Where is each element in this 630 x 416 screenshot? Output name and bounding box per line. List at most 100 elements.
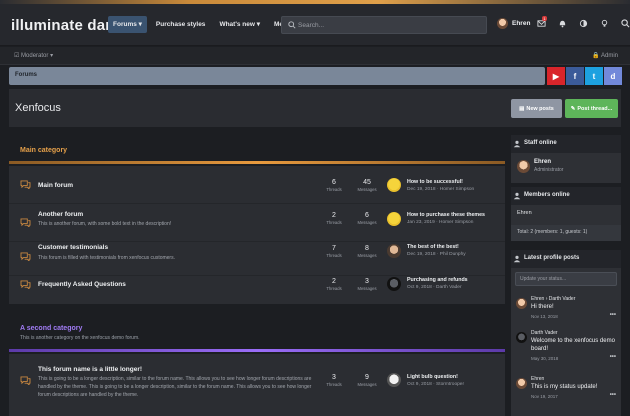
- forum-title[interactable]: Frequently Asked Questions: [38, 281, 126, 288]
- message-count: 45 Messages: [352, 179, 382, 192]
- forum-description: This is going to be a longer description…: [38, 376, 312, 398]
- category-header-main: Main category: [9, 141, 505, 161]
- category-title[interactable]: Main category: [20, 147, 67, 154]
- thread-count-label: Threads: [326, 253, 342, 258]
- avatar[interactable]: [516, 298, 527, 309]
- category-header-second: A second category This is another catego…: [9, 320, 505, 346]
- post-date: Nov 19, 2017: [531, 394, 558, 399]
- discord-button[interactable]: d: [604, 67, 622, 85]
- avatar[interactable]: [387, 178, 401, 192]
- inbox-icon[interactable]: 1: [537, 16, 547, 28]
- new-posts-button[interactable]: ▤ New posts: [511, 99, 562, 118]
- message-count: 3 Messages: [352, 278, 382, 291]
- message-count-label: Messages: [357, 253, 377, 258]
- message-count-value: 6: [365, 212, 369, 219]
- moderator-label: Moderator: [21, 53, 49, 59]
- latest-thread-meta: Dec 19, 2018 · Phil Dunphy: [407, 252, 466, 257]
- moderator-menu[interactable]: ☑ Moderator ▾: [14, 52, 53, 59]
- avatar[interactable]: [516, 332, 527, 343]
- nav-forums[interactable]: Forums ▾: [108, 16, 147, 33]
- search-icon: [288, 21, 296, 29]
- avatar[interactable]: [387, 373, 401, 387]
- post-thread-button[interactable]: ✎ Post thread...: [565, 99, 618, 118]
- forum-description: This is another forum, with some bold te…: [38, 221, 172, 227]
- category-title[interactable]: A second category: [20, 325, 82, 332]
- latest-thread-title[interactable]: How to purchase these themes: [407, 212, 485, 218]
- avatar[interactable]: [517, 160, 530, 173]
- thread-count-value: 3: [332, 374, 336, 381]
- chat-bubbles-icon: [20, 218, 31, 227]
- latest-thread-meta: Jan 23, 2019 · Homer Simpson: [407, 220, 474, 225]
- staff-name[interactable]: Ehren: [534, 159, 551, 165]
- block-header: Members online: [511, 187, 621, 205]
- latest-thread-title[interactable]: How to be successful!: [407, 179, 463, 185]
- category-accent-line: [9, 161, 505, 164]
- admin-link[interactable]: 🔒 Admin: [592, 52, 618, 59]
- status-input[interactable]: [516, 273, 616, 285]
- forum-row: This forum name is a little longer! This…: [9, 354, 505, 416]
- forum-list-main: Main forum 6 Threads 45 Messages How to be…: [9, 166, 505, 304]
- message-count: 6 Messages: [352, 212, 382, 225]
- latest-thread-meta: Dec 19, 2018 · Homer Simpson: [407, 187, 475, 192]
- forum-description: This forum is filled with testimonials f…: [38, 255, 175, 261]
- avatar[interactable]: [516, 378, 527, 389]
- nav-purchase-styles-label: Purchase styles: [155, 21, 206, 28]
- header: illuminate dark Forums ▾ Purchase styles…: [0, 4, 630, 46]
- staff-list: Ehren Administrator: [511, 153, 621, 183]
- status-field[interactable]: [515, 272, 617, 286]
- latest-thread-meta: Oct 9, 2018 · Stormtrooper: [407, 382, 465, 387]
- forum-title[interactable]: Main forum: [38, 182, 73, 189]
- nav-whats-new[interactable]: What's new ▾: [214, 16, 265, 33]
- header-icons: 1: [537, 16, 630, 28]
- avatar[interactable]: [387, 244, 401, 258]
- more-icon[interactable]: •••: [610, 354, 616, 360]
- search-box[interactable]: [281, 16, 487, 34]
- forum-row: Main forum 6 Threads 45 Messages How to be…: [9, 166, 505, 204]
- members-total: Total: 2 (members: 1, guests: 1): [517, 229, 588, 235]
- avatar: [497, 18, 508, 29]
- block-title: Members online: [524, 192, 570, 198]
- latest-thread-title[interactable]: The best of the best!: [407, 244, 459, 250]
- latest-thread-meta: Oct 9, 2018 · Darth Vader: [407, 285, 462, 290]
- more-icon[interactable]: •••: [610, 312, 616, 318]
- new-posts-label: New posts: [526, 105, 554, 112]
- post-author[interactable]: Ehren › Darth Vader: [531, 296, 575, 302]
- forum-title[interactable]: This forum name is a little longer!: [38, 366, 142, 373]
- more-icon[interactable]: •••: [610, 392, 616, 398]
- nav-purchase-styles[interactable]: Purchase styles: [151, 16, 211, 33]
- forum-title[interactable]: Another forum: [38, 211, 83, 218]
- breadcrumb-item-forums[interactable]: Forums: [15, 72, 37, 78]
- members-list: Ehren Total: 2 (members: 1, guests: 1): [511, 205, 621, 241]
- post-author[interactable]: Ehren: [531, 376, 544, 382]
- youtube-icon: ▶: [552, 71, 560, 81]
- message-count-value: 45: [363, 179, 371, 186]
- lightbulb-icon[interactable]: [600, 19, 609, 28]
- site-logo[interactable]: illuminate dark: [11, 17, 120, 34]
- twitter-button[interactable]: t: [585, 67, 603, 85]
- avatar[interactable]: [387, 212, 401, 226]
- user-icon: [513, 140, 521, 148]
- post-date: May 30, 2018: [531, 356, 559, 361]
- user-menu[interactable]: Ehren: [497, 18, 530, 29]
- bell-icon[interactable]: [558, 19, 567, 28]
- youtube-button[interactable]: ▶: [547, 67, 565, 85]
- profile-posts-block: Latest profile posts Ehren › Darth Vader…: [511, 250, 621, 416]
- latest-thread-title[interactable]: Light bulb question!: [407, 374, 458, 380]
- toggle-style-icon[interactable]: [579, 19, 588, 28]
- search-icon[interactable]: [621, 19, 630, 28]
- message-count: 9 Messages: [352, 374, 382, 387]
- username: Ehren: [512, 20, 531, 27]
- forum-title[interactable]: Customer testimonials: [38, 244, 108, 251]
- member-name[interactable]: Ehren: [517, 210, 532, 216]
- chat-bubbles-icon: [20, 252, 31, 261]
- facebook-button[interactable]: f: [566, 67, 584, 85]
- latest-thread-title[interactable]: Purchasing and refunds: [407, 277, 468, 283]
- search-input[interactable]: [298, 19, 478, 31]
- post-author[interactable]: Darth Vader: [531, 330, 558, 336]
- category-accent-line: [9, 349, 505, 352]
- post-text: Hi there!: [531, 304, 554, 310]
- avatar[interactable]: [387, 277, 401, 291]
- page-title: Xenfocus: [15, 102, 61, 114]
- message-count-label: Messages: [357, 382, 377, 387]
- block-header: Staff online: [511, 135, 621, 153]
